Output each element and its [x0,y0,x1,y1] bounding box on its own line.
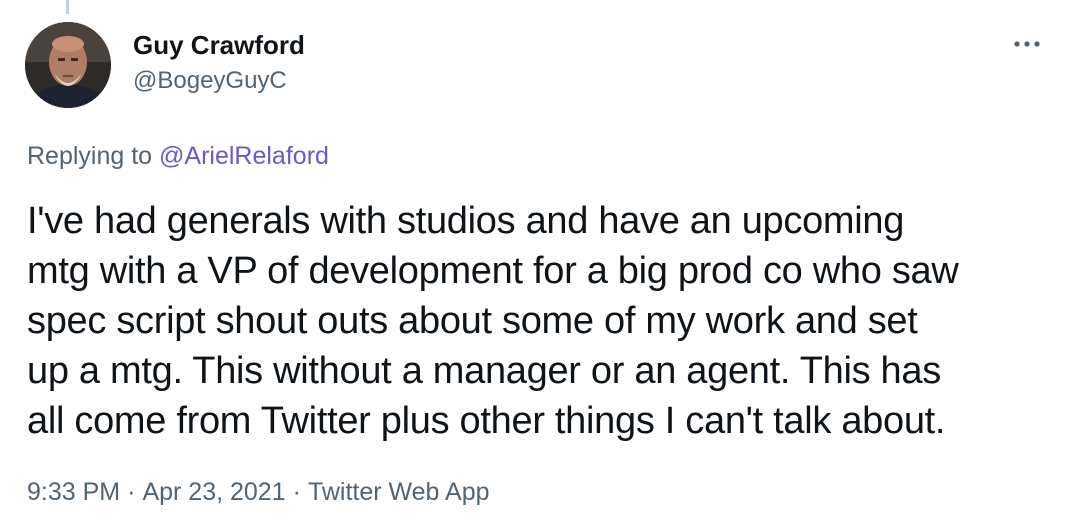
author-block: Guy Crawford @BogeyGuyC [133,30,305,96]
avatar[interactable] [25,22,111,108]
tweet-source[interactable]: Twitter Web App [308,478,490,506]
tweet-date[interactable]: Apr 23, 2021 [142,478,285,506]
ellipsis-icon [1014,41,1040,47]
author-handle[interactable]: @BogeyGuyC [133,66,305,96]
tweet-text: I've had generals with studios and have … [27,200,959,442]
tweet-time[interactable]: 9:33 PM [27,478,120,506]
profile-photo-icon [25,22,111,108]
replying-to: Replying to @ArielRelaford [27,140,329,172]
more-options-button[interactable] [1010,30,1044,58]
mention-link[interactable]: @ArielRelaford [159,142,329,170]
author-display-name[interactable]: Guy Crawford [133,30,305,60]
thread-connector-line [66,0,69,14]
tweet-meta: 9:33 PM · Apr 23, 2021 · Twitter Web App [27,474,490,510]
replying-prefix: Replying to [27,142,160,170]
meta-separator: · [127,478,136,506]
meta-separator: · [292,478,301,506]
